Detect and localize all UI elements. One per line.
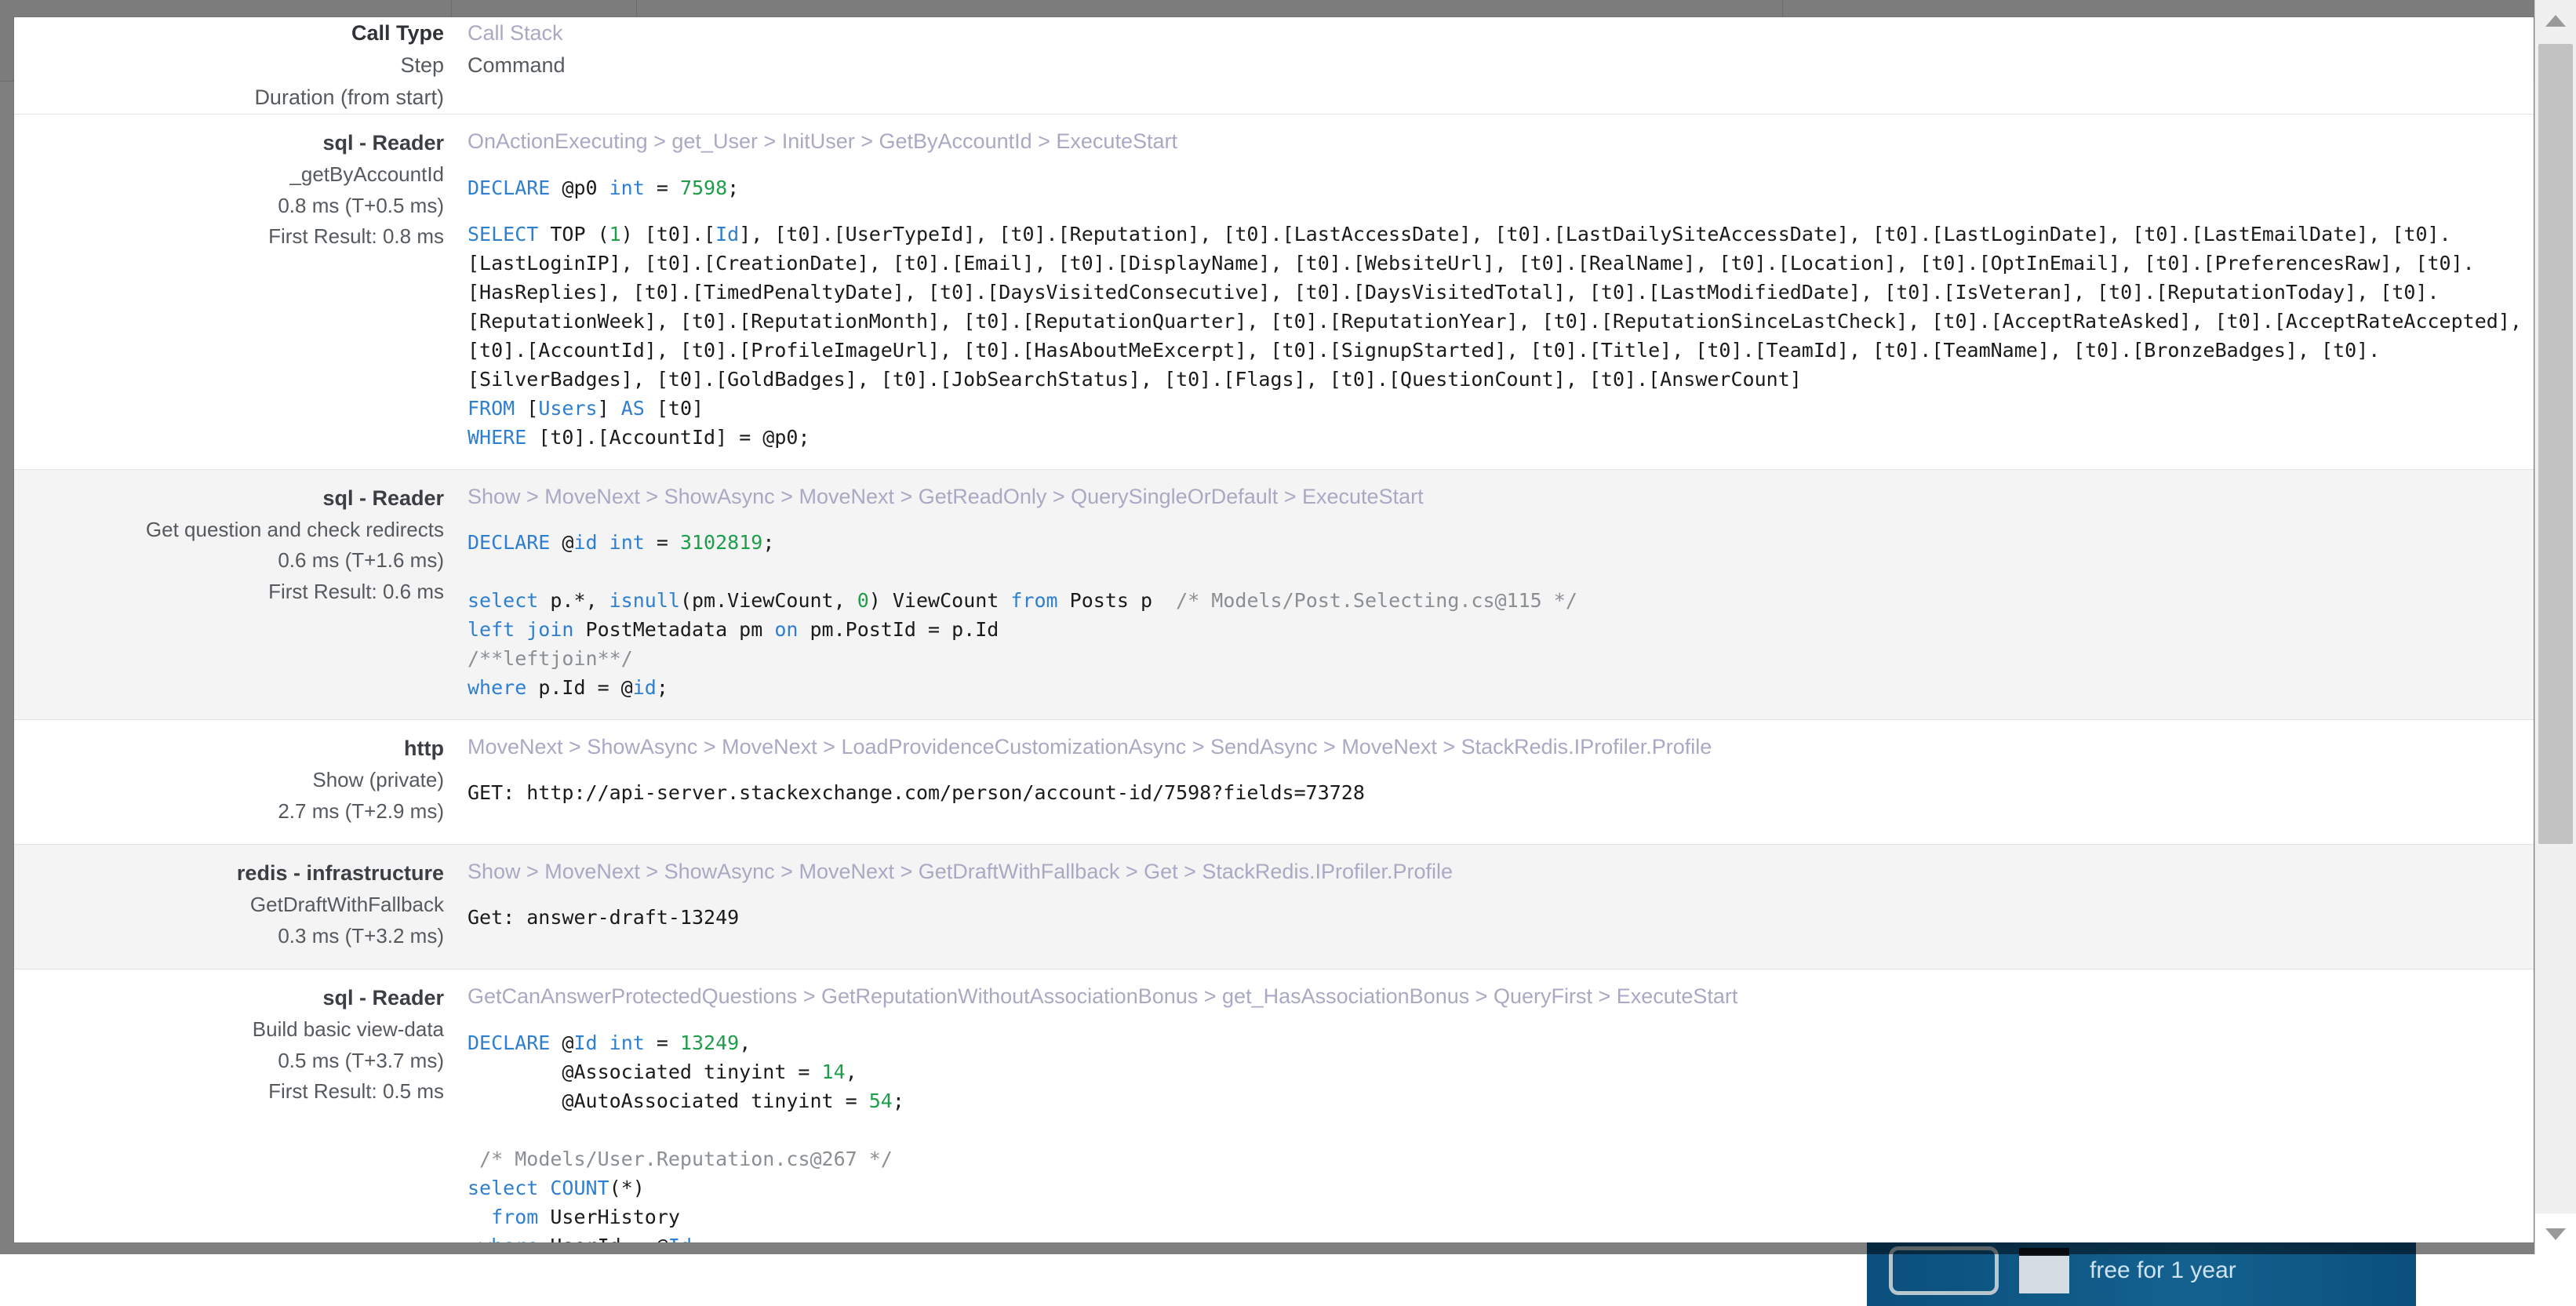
row-command[interactable]: DECLARE @id int = 3102819; select p.*, i… bbox=[468, 528, 2534, 702]
row-step-name: _getByAccountId bbox=[14, 159, 444, 191]
row-call-stack[interactable]: OnActionExecuting > get_User > InitUser … bbox=[468, 127, 2534, 155]
row-call-stack[interactable]: Show > MoveNext > ShowAsync > MoveNext >… bbox=[468, 482, 2534, 511]
row-command[interactable]: DECLARE @Id int = 13249, @Associated tin… bbox=[468, 1028, 2534, 1242]
profiler-header-labels: Call Type Step Duration (from start) bbox=[14, 17, 453, 114]
row-call-type: sql - Reader bbox=[14, 127, 444, 159]
row-call-stack[interactable]: MoveNext > ShowAsync > MoveNext > LoadPr… bbox=[468, 733, 2534, 761]
row-body: MoveNext > ShowAsync > MoveNext > LoadPr… bbox=[453, 720, 2534, 824]
row-command[interactable]: Get: answer-draft-13249 bbox=[468, 903, 2534, 932]
row-duration: 0.3 ms (T+3.2 ms) bbox=[14, 921, 444, 952]
row-meta: redis - infrastructure GetDraftWithFallb… bbox=[14, 845, 453, 969]
caret-down-icon bbox=[2545, 1228, 2566, 1240]
caret-up-icon bbox=[2545, 15, 2566, 27]
row-step-name: Show (private) bbox=[14, 765, 444, 796]
row-meta: sql - Reader _getByAccountId 0.8 ms (T+0… bbox=[14, 115, 453, 270]
scroll-up-button[interactable] bbox=[2535, 0, 2576, 41]
call-type-value: Call Stack bbox=[468, 17, 2534, 49]
row-first-result: First Result: 0.8 ms bbox=[14, 221, 444, 253]
call-type-label: Call Type bbox=[351, 21, 444, 45]
row-command[interactable]: DECLARE @p0 int = 7598; bbox=[468, 173, 2534, 202]
row-call-stack[interactable]: GetCanAnswerProtectedQuestions > GetRepu… bbox=[468, 982, 2534, 1010]
row-first-result: First Result: 0.5 ms bbox=[14, 1076, 444, 1108]
row-first-result: First Result: 0.6 ms bbox=[14, 577, 444, 608]
row-call-type: redis - infrastructure bbox=[14, 857, 444, 889]
profiler-header: Call Type Step Duration (from start) Cal… bbox=[14, 17, 2534, 114]
row-call-stack[interactable]: Show > MoveNext > ShowAsync > MoveNext >… bbox=[468, 857, 2534, 886]
row-call-type: sql - Reader bbox=[14, 482, 444, 515]
row-step-name: GetDraftWithFallback bbox=[14, 889, 444, 921]
row-body: OnActionExecuting > get_User > InitUser … bbox=[453, 115, 2534, 468]
table-row[interactable]: sql - Reader Build basic view-data 0.5 m… bbox=[14, 969, 2534, 1242]
row-meta: sql - Reader Get question and check redi… bbox=[14, 470, 453, 625]
step-value: Command bbox=[468, 49, 2534, 82]
row-step-name: Build basic view-data bbox=[14, 1014, 444, 1046]
miniprofiler-dialog: Call Type Step Duration (from start) Cal… bbox=[14, 17, 2534, 1242]
row-body: Show > MoveNext > ShowAsync > MoveNext >… bbox=[453, 845, 2534, 949]
row-body: Show > MoveNext > ShowAsync > MoveNext >… bbox=[453, 470, 2534, 719]
scrollbar-thumb[interactable] bbox=[2538, 44, 2573, 844]
row-step-name: Get question and check redirects bbox=[14, 515, 444, 546]
promo-device-icon bbox=[2019, 1248, 2069, 1293]
table-row[interactable]: http Show (private) 2.7 ms (T+2.9 ms) Mo… bbox=[14, 720, 2534, 844]
row-call-type: http bbox=[14, 733, 444, 765]
scroll-down-button[interactable] bbox=[2535, 1213, 2576, 1254]
row-meta: sql - Reader Build basic view-data 0.5 m… bbox=[14, 969, 453, 1125]
row-duration: 2.7 ms (T+2.9 ms) bbox=[14, 796, 444, 828]
row-call-type: sql - Reader bbox=[14, 982, 444, 1014]
row-duration: 0.6 ms (T+1.6 ms) bbox=[14, 545, 444, 577]
table-row[interactable]: sql - Reader _getByAccountId 0.8 ms (T+0… bbox=[14, 115, 2534, 468]
promo-text: free for 1 year bbox=[2090, 1257, 2236, 1284]
row-duration: 0.8 ms (T+0.5 ms) bbox=[14, 191, 444, 222]
duration-label: Duration (from start) bbox=[14, 82, 444, 114]
table-row[interactable]: redis - infrastructure GetDraftWithFallb… bbox=[14, 845, 2534, 969]
row-command-select[interactable]: SELECT TOP (1) [t0].[Id], [t0].[UserType… bbox=[468, 220, 2534, 452]
profiler-header-values: Call Stack Command bbox=[453, 17, 2534, 82]
row-command[interactable]: GET: http://api-server.stackexchange.com… bbox=[468, 778, 2534, 807]
row-body: GetCanAnswerProtectedQuestions > GetRepu… bbox=[453, 969, 2534, 1242]
profiler-table: Call Type Step Duration (from start) Cal… bbox=[14, 17, 2534, 1242]
vertical-scrollbar[interactable] bbox=[2534, 0, 2576, 1254]
table-row[interactable]: sql - Reader Get question and check redi… bbox=[14, 470, 2534, 719]
row-meta: http Show (private) 2.7 ms (T+2.9 ms) bbox=[14, 720, 453, 844]
row-duration: 0.5 ms (T+3.7 ms) bbox=[14, 1046, 444, 1077]
step-label: Step bbox=[14, 49, 444, 82]
